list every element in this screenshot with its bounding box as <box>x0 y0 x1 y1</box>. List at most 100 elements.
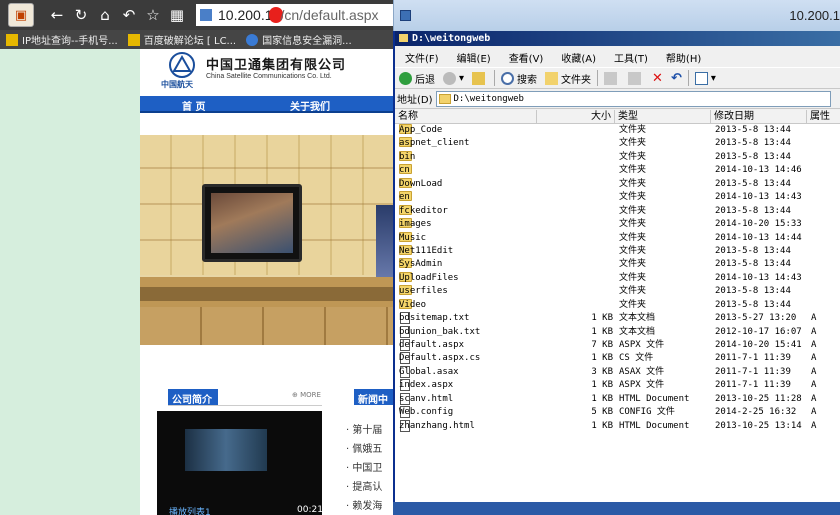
file-modified: 2013-5-8 13:44 <box>715 299 791 310</box>
file-row[interactable]: fckeditor 文件夹 2013-5-8 13:44 <box>395 204 840 218</box>
copy-to-button[interactable] <box>628 71 644 85</box>
home-icon[interactable]: ⌂ <box>94 6 116 24</box>
remote-titlebar: 10.200.1 <box>393 0 840 31</box>
file-name: App_Code <box>399 125 443 135</box>
file-row[interactable]: scanv.html 1 KB HTML Document 2013-10-25 11… <box>395 392 840 406</box>
app-icon[interactable]: ▣ <box>8 3 34 27</box>
folder-up-icon <box>472 71 486 85</box>
file-row[interactable]: images 文件夹 2014-10-20 15:33 <box>395 218 840 231</box>
file-row[interactable]: SysAdmin 文件夹 2013-5-8 13:44 <box>395 258 840 271</box>
address-bar[interactable]: 10.200.1 /cn/default.aspx <box>196 4 395 26</box>
file-row[interactable]: index.aspx 1 KB ASPX 文件 2011-7-1 11:39 A <box>395 379 840 392</box>
file-type: 文件夹 <box>619 178 647 189</box>
file-size: 1 KB <box>591 420 613 431</box>
search-button[interactable]: 搜索 <box>501 71 537 86</box>
menu-file[interactable]: 文件(F) <box>405 50 439 65</box>
explorer-address-bar: 地址(D) D:\weitongweb <box>395 89 840 109</box>
file-attributes: A <box>811 340 817 350</box>
news-item[interactable]: · 提高认 <box>346 478 395 497</box>
star-icon[interactable]: ☆ <box>142 6 164 24</box>
website-page: 中国航天 中国卫通集团有限公司 China Satellite Communic… <box>140 49 395 515</box>
bookmark-item[interactable]: 百度破解论坛 [ LC... <box>127 32 236 47</box>
undo-icon[interactable]: ↶ <box>118 6 140 24</box>
file-row[interactable]: en 文件夹 2014-10-13 14:43 <box>395 191 840 204</box>
bookmark-item[interactable]: 国家信息安全漏洞... <box>246 32 352 47</box>
views-button[interactable]: ▾ <box>694 71 716 85</box>
menu-view[interactable]: 查看(V) <box>509 50 544 65</box>
back-label: 后退 <box>415 74 435 86</box>
column-size[interactable]: 大小 <box>537 110 615 124</box>
news-item[interactable]: · 佩娥五 <box>346 440 395 459</box>
file-type: HTML Document <box>619 393 690 404</box>
file-row[interactable]: Net111Edit 文件夹 2013-5-8 13:44 <box>395 244 840 258</box>
menu-help[interactable]: 帮助(H) <box>666 50 701 65</box>
bookmark-icon <box>127 33 140 46</box>
file-type: ASAX 文件 <box>619 366 665 377</box>
news-item[interactable]: · 中国卫 <box>346 459 395 478</box>
file-row[interactable]: userfiles 文件夹 2013-5-8 13:44 <box>395 285 840 298</box>
section-title-news[interactable]: 新闻中 <box>354 389 395 405</box>
file-modified: 2014-10-13 14:43 <box>715 272 802 283</box>
file-type: 文件夹 <box>619 245 647 256</box>
more-link[interactable]: ⊕ MORE <box>292 391 321 399</box>
file-row[interactable]: aspnet_client 文件夹 2013-5-8 13:44 <box>395 137 840 150</box>
file-name: Default.aspx.cs <box>399 353 481 364</box>
back-button[interactable]: 后退 <box>399 71 435 86</box>
section-title-intro[interactable]: 公司简介 <box>168 389 218 406</box>
menu-tools[interactable]: 工具(T) <box>614 50 648 65</box>
file-modified: 2013-5-8 13:44 <box>715 125 791 135</box>
file-row[interactable]: default.aspx 7 KB ASPX 文件 2014-10-20 15:41 A <box>395 339 840 352</box>
file-row[interactable]: bdsitemap.txt 1 KB 文本文档 2013-5-27 13:20 A <box>395 312 840 325</box>
file-type: 文本文档 <box>619 326 656 337</box>
folders-button[interactable]: 文件夹 <box>545 71 591 86</box>
menu-favorites[interactable]: 收藏(A) <box>561 50 596 65</box>
file-name: Net111Edit <box>399 245 454 256</box>
file-row[interactable]: Music 文件夹 2014-10-13 14:44 <box>395 231 840 245</box>
file-row[interactable]: Video 文件夹 2013-5-8 13:44 <box>395 298 840 312</box>
file-row[interactable]: zhanzhang.html 1 KB HTML Document 2013-10-2… <box>395 419 840 433</box>
file-row[interactable]: bdunion_bak.txt 1 KB 文本文档 2012-10-17 16:07 A <box>395 325 840 339</box>
menu-edit[interactable]: 编辑(E) <box>457 50 491 65</box>
file-type: ASPX 文件 <box>619 340 665 350</box>
bookmark-icon <box>246 33 259 46</box>
file-modified: 2013-10-25 11:28 <box>715 393 802 404</box>
undo-button[interactable]: ↶ <box>671 71 682 86</box>
move-to-button[interactable] <box>604 71 620 85</box>
file-row[interactable]: DownLoad 文件夹 2013-5-8 13:44 <box>395 177 840 191</box>
file-row[interactable]: cn 文件夹 2014-10-13 14:46 <box>395 164 840 177</box>
file-type: 文件夹 <box>619 219 647 230</box>
video-player[interactable]: 播放列表1 00:21 <box>157 411 323 515</box>
file-modified: 2013-5-8 13:44 <box>715 138 791 149</box>
back-icon[interactable]: ← <box>46 6 68 24</box>
refresh-icon[interactable]: ↻ <box>70 6 92 24</box>
browser-window: ▣ ← ↻ ⌂ ↶ ☆ ▦ 10.200.1 /cn/default.aspx … <box>0 0 395 515</box>
nav-about[interactable]: 关于我们 <box>290 98 330 113</box>
column-name[interactable]: 名称 <box>395 110 537 124</box>
site-content: 公司简介 ⊕ MORE 新闻中 播放列表1 00:21 · 第十届 · 佩娥五 … <box>140 375 395 515</box>
address-input[interactable]: D:\weitongweb <box>435 90 831 107</box>
column-type[interactable]: 类型 <box>615 110 711 124</box>
file-row[interactable]: Global.asax 3 KB ASAX 文件 2011-7-1 11:39 A <box>395 365 840 379</box>
bookmark-item[interactable]: IP地址查询--手机号... <box>6 32 118 47</box>
file-row[interactable]: bin 文件夹 2013-5-8 13:44 <box>395 150 840 164</box>
news-item[interactable]: · 第十届 <box>346 421 395 440</box>
video-playlist-label[interactable]: 播放列表1 <box>169 505 211 515</box>
column-attributes[interactable]: 属性 <box>807 110 840 124</box>
video-time: 00:21 <box>297 505 323 515</box>
file-row[interactable]: UploadFiles 文件夹 2014-10-13 14:43 <box>395 271 840 285</box>
file-name: zhanzhang.html <box>399 420 475 431</box>
file-modified: 2013-5-8 13:44 <box>715 205 791 216</box>
column-modified[interactable]: 修改日期 <box>711 110 807 124</box>
file-row[interactable]: Default.aspx.cs 1 KB CS 文件 2011-7-1 11:39 A <box>395 352 840 365</box>
news-item[interactable]: · 赖发海 <box>346 497 395 515</box>
file-modified: 2013-5-8 13:44 <box>715 259 791 270</box>
file-row[interactable]: App_Code 文件夹 2013-5-8 13:44 <box>395 124 840 137</box>
file-type: 文件夹 <box>619 192 647 203</box>
nav-home[interactable]: 首 页 <box>182 98 205 113</box>
up-button[interactable] <box>472 71 488 85</box>
file-type: 文件夹 <box>619 286 647 297</box>
delete-button[interactable]: ✕ <box>652 71 663 86</box>
file-row[interactable]: Web.config 5 KB CONFIG 文件 2014-2-25 16:32 A <box>395 406 840 419</box>
forward-button[interactable]: ▾ <box>443 71 464 85</box>
grid-icon[interactable]: ▦ <box>166 6 188 24</box>
